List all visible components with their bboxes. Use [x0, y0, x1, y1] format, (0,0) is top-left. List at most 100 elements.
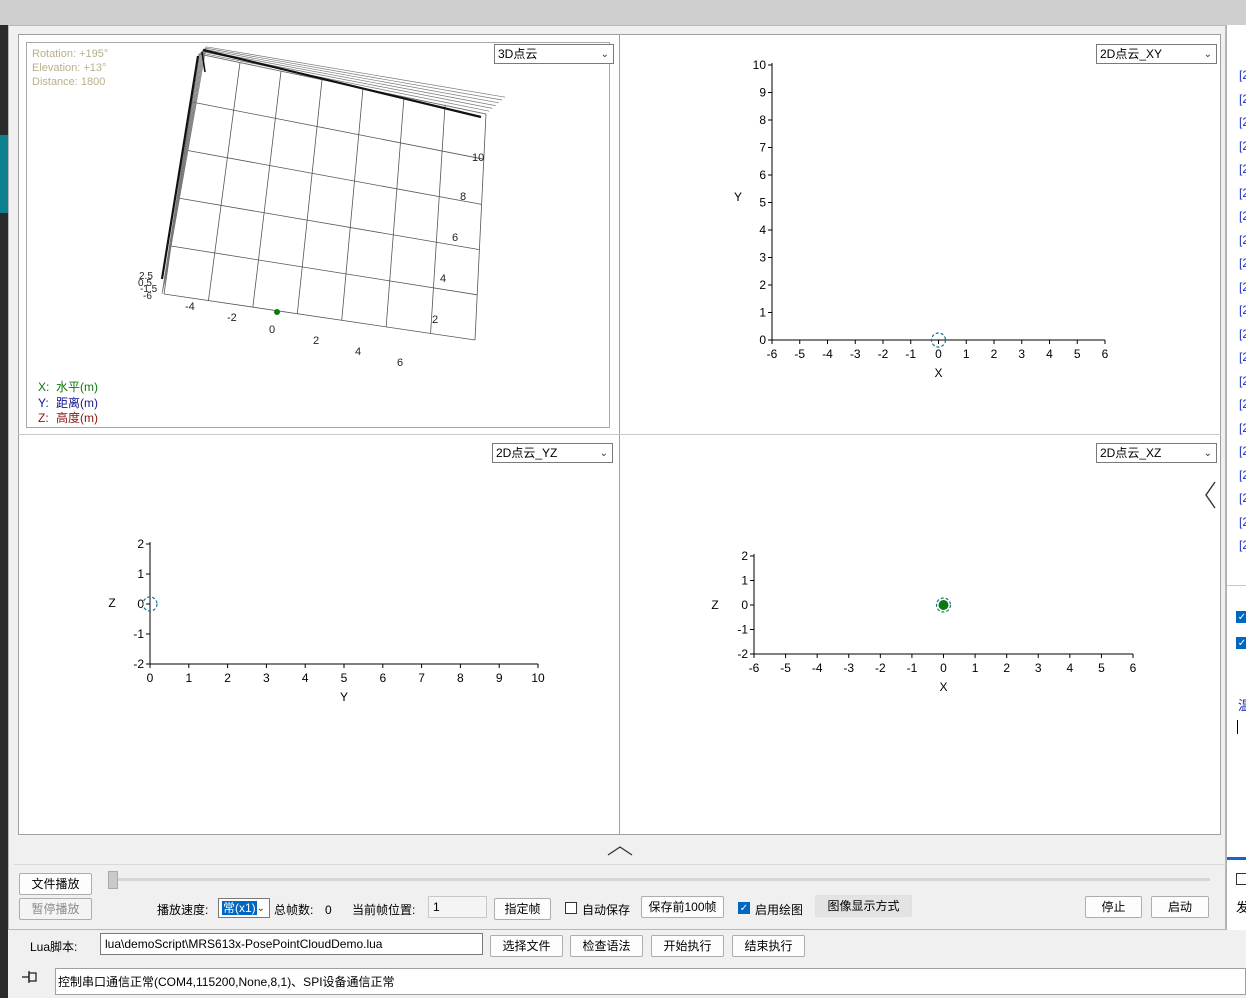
log-list-item[interactable]: [2 [1239, 186, 1246, 200]
select-file-button[interactable]: 选择文件 [490, 935, 563, 957]
y-axis-label: Z [711, 598, 718, 612]
view-mode-select-3d[interactable]: 3D点云 ⌄ [494, 44, 614, 64]
distance-readout: Distance: 1800 [32, 76, 105, 88]
log-list-item[interactable]: [2 [1239, 350, 1246, 364]
log-list-item[interactable]: [2 [1239, 491, 1246, 505]
x-tick-label: -6 [749, 661, 760, 675]
log-list-item[interactable]: [2 [1239, 327, 1246, 341]
grid-line [385, 96, 405, 327]
collapse-up-icon[interactable] [606, 843, 634, 859]
log-list-item[interactable]: [2 [1239, 233, 1246, 247]
chart-xy[interactable]: -6 -5 -4 -3 -2 -1 0 1 2 3 4 5 6 0 1 2 3 4 5 6 7 8 9 10 X Y [620, 35, 1220, 433]
window-title-bar [0, 0, 1246, 25]
log-list-item[interactable]: [2 [1239, 515, 1246, 529]
chart-yz[interactable]: 0 1 2 3 4 5 6 7 8 9 10-2-1012YZ [19, 435, 619, 834]
start-exec-button[interactable]: 开始执行 [651, 935, 724, 957]
pause-play-button[interactable]: 暂停播放 [19, 898, 92, 920]
x-tick-label: -3 [850, 347, 861, 361]
x-tick-label: -6 [767, 347, 778, 361]
collapse-left-icon[interactable] [1202, 480, 1218, 510]
y-tick-label: -1 [133, 627, 144, 641]
right-panel-progress [1227, 857, 1246, 860]
pin-icon[interactable] [20, 968, 40, 988]
end-exec-button[interactable]: 结束执行 [732, 935, 805, 957]
log-list-item[interactable]: [2 [1239, 256, 1246, 270]
y-tick-label: 4 [440, 273, 446, 285]
elevation-readout: Elevation: +13° [32, 62, 106, 74]
start-button[interactable]: 启动 [1151, 896, 1209, 918]
goto-frame-button[interactable]: 指定帧 [494, 898, 551, 920]
x-tick-label: 0 [147, 671, 154, 685]
current-frame-input[interactable]: 1 [428, 896, 487, 918]
legend-z-text: 高度(m) [56, 410, 98, 425]
legend-x-text: 水平(m) [56, 380, 98, 394]
log-list-item[interactable]: [2 [1239, 538, 1246, 552]
x-tick-label: -5 [780, 661, 791, 675]
chart-xz[interactable]: -6 -5 -4 -3 -2 -1 0 1 2 3 4 5 6 -2 -1 0 1 2 X Z [620, 435, 1220, 834]
y-tick-label: -1 [737, 623, 748, 637]
log-list-item[interactable]: [2 [1239, 468, 1246, 482]
lua-script-path-input[interactable]: lua\demoScript\MRS613x-PosePointCloudDem… [100, 933, 483, 955]
z-tick-label: -6 [143, 291, 152, 302]
playback-slider-track[interactable] [108, 878, 1210, 881]
x-tick-label: 3 [1018, 347, 1025, 361]
log-list-item[interactable]: [2 [1239, 444, 1246, 458]
3d-grid [160, 46, 506, 341]
y-tick-label: 2 [137, 537, 144, 551]
playback-slider-thumb[interactable] [108, 871, 118, 889]
log-list-item[interactable]: [2 [1239, 139, 1246, 153]
auto-save-checkbox[interactable] [565, 902, 577, 914]
x-tick-label: 2 [1003, 661, 1010, 675]
x-tick-label: 5 [1098, 661, 1105, 675]
log-list-item[interactable]: [2 [1239, 209, 1246, 223]
right-panel-link[interactable]: 温 [1238, 695, 1246, 714]
log-list-item[interactable]: [2 [1239, 68, 1246, 82]
log-list-item[interactable]: [2 [1239, 397, 1246, 411]
speed-select[interactable]: 常(x1) ⌄ [218, 898, 270, 918]
grid-line [184, 149, 482, 205]
speed-label: 播放速度: [157, 903, 209, 917]
file-play-button[interactable]: 文件播放 [19, 873, 92, 895]
log-list-item[interactable]: [2 [1239, 92, 1246, 106]
axis-line-z [160, 55, 200, 280]
log-list-item[interactable]: [2 [1239, 115, 1246, 129]
auto-save-label: 自动保存 [582, 903, 631, 917]
x-tick-label: -3 [843, 661, 854, 675]
speed-select-value: 常(x1) [222, 901, 257, 915]
save-first-100-button[interactable]: 保存前100帧 [641, 896, 724, 918]
y-tick-label: 0 [741, 598, 748, 612]
x-tick-label: -1 [907, 661, 918, 675]
stop-button[interactable]: 停止 [1085, 896, 1142, 918]
x-tick-label: -4 [812, 661, 823, 675]
view3d-canvas[interactable]: Rotation: +195° Elevation: +13° Distance… [26, 42, 610, 428]
y-tick-label: 8 [460, 191, 466, 203]
wall-line [203, 48, 499, 104]
log-list-item[interactable]: [2 [1239, 374, 1246, 388]
right-panel-checkbox-2[interactable]: ✓ [1236, 637, 1246, 649]
check-syntax-button[interactable]: 检查语法 [570, 935, 643, 957]
right-log-panel[interactable]: ✓ ✓ 温 发 [2 [2 [2 [2 [2 [2 [2 [2 [2 [2 [2 [2 [2 [2 [2 [2… [1226, 25, 1246, 930]
x-tick-label: 4 [1066, 661, 1073, 675]
log-list-item[interactable]: [2 [1239, 421, 1246, 435]
view-mode-select-xz[interactable]: 2D点云_XZ ⌄ [1096, 443, 1217, 463]
log-list-item[interactable]: [2 [1239, 162, 1246, 176]
enable-plot-checkbox[interactable]: ✓ [738, 902, 750, 914]
view-mode-select-xy[interactable]: 2D点云_XY ⌄ [1096, 44, 1217, 64]
legend-y-text: 距离(m) [56, 395, 98, 410]
x-tick-label: 0 [935, 347, 942, 361]
wall-line [204, 47, 503, 101]
y-tick-label: 2 [759, 278, 766, 292]
x-tick-label: 3 [1035, 661, 1042, 675]
3d-point [274, 309, 280, 315]
x-tick-label: 8 [457, 671, 464, 685]
log-list-item[interactable]: [2 [1239, 280, 1246, 294]
x-tick-label: 6 [1102, 347, 1109, 361]
log-list-item[interactable]: [2 [1239, 303, 1246, 317]
image-display-mode-button[interactable]: 图像显示方式 [815, 895, 912, 917]
right-panel-checkbox-3[interactable] [1236, 873, 1246, 885]
y-tick-label: 2 [432, 314, 438, 326]
view-mode-select-yz[interactable]: 2D点云_YZ ⌄ [492, 443, 613, 463]
right-panel-checkbox-1[interactable]: ✓ [1236, 611, 1246, 623]
legend-z-key: Z: [38, 411, 49, 425]
toolbar-separator [14, 864, 1226, 865]
